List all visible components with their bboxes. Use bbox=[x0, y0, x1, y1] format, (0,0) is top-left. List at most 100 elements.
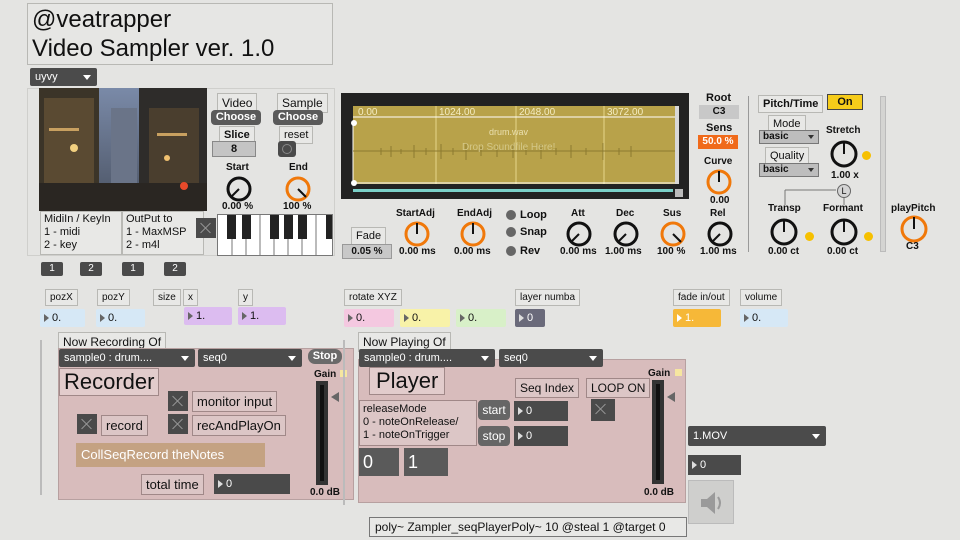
stretch-knob[interactable] bbox=[829, 139, 859, 169]
volume-number[interactable]: 0. bbox=[740, 309, 788, 327]
pozx-value: 0. bbox=[52, 312, 62, 324]
msg-one[interactable]: 1 bbox=[404, 448, 448, 476]
att-value: 0.00 ms bbox=[560, 246, 597, 257]
choose-video-button[interactable]: Choose bbox=[211, 110, 261, 125]
waveform-display[interactable]: 0.00 1024.00 2048.00 3072.00 drum.wav Dr… bbox=[341, 93, 689, 199]
start-number[interactable]: 0 bbox=[514, 401, 568, 421]
midi-line-1: 1 - midi bbox=[44, 226, 81, 238]
recorder-gain-slider[interactable] bbox=[316, 381, 328, 485]
root-value[interactable]: C3 bbox=[699, 105, 739, 119]
mode-menu[interactable]: basic bbox=[759, 130, 819, 144]
start-number-value: 0 bbox=[526, 405, 533, 417]
rot-y-value: 0. bbox=[412, 312, 422, 324]
quality-menu[interactable]: basic bbox=[759, 163, 819, 177]
player-gain-slider[interactable] bbox=[652, 380, 664, 484]
quality-arrow-icon bbox=[808, 168, 814, 172]
midi-line-0: MidiIn / KeyIn bbox=[44, 213, 111, 225]
curve-value: 0.00 bbox=[710, 195, 730, 206]
msg-zero[interactable]: 0 bbox=[359, 448, 399, 476]
speaker-button[interactable] bbox=[688, 480, 734, 524]
endadj-knob[interactable] bbox=[459, 220, 487, 248]
choose-sample-button[interactable]: Choose bbox=[273, 110, 323, 125]
rev-radio[interactable] bbox=[506, 246, 516, 256]
size-y-label: y bbox=[238, 289, 253, 306]
link-button[interactable]: L bbox=[837, 184, 851, 198]
sus-value: 100 % bbox=[657, 246, 686, 257]
player-seq-menu[interactable]: seq0 bbox=[499, 349, 603, 367]
loop-on-toggle[interactable] bbox=[591, 399, 615, 421]
title-box: @veatrapper Video Sampler ver. 1.0 bbox=[27, 3, 333, 65]
video-frame-image bbox=[39, 88, 207, 211]
size-y-number[interactable]: 1. bbox=[238, 307, 286, 325]
size-y-value: 1. bbox=[250, 310, 260, 322]
player-bracket bbox=[343, 340, 349, 505]
recorder-seq-menu[interactable]: seq0 bbox=[198, 349, 302, 367]
monitor-toggle[interactable] bbox=[168, 391, 188, 411]
pozx-number[interactable]: 0. bbox=[40, 309, 85, 327]
formant-value: 0.00 ct bbox=[827, 246, 859, 257]
reset-button[interactable] bbox=[278, 141, 296, 157]
pitch-on-button[interactable]: On bbox=[827, 94, 863, 110]
start-button[interactable]: start bbox=[478, 400, 510, 420]
sens-label: Sens bbox=[706, 122, 733, 134]
start-value: 0.00 % bbox=[222, 201, 254, 212]
dec-knob[interactable] bbox=[612, 220, 640, 248]
start-knob[interactable] bbox=[225, 175, 253, 203]
total-time-number[interactable]: 0 bbox=[214, 474, 290, 494]
collseq-message[interactable]: CollSeqRecord theNotes bbox=[76, 443, 265, 467]
ruler-3: 3072.00 bbox=[607, 107, 644, 118]
pozy-number[interactable]: 0. bbox=[96, 309, 145, 327]
rot-x-number[interactable]: 0. bbox=[344, 309, 394, 327]
loop-radio[interactable] bbox=[506, 210, 516, 220]
stop-number[interactable]: 0 bbox=[514, 426, 568, 446]
record-label: record bbox=[101, 415, 148, 436]
att-knob[interactable] bbox=[565, 220, 593, 248]
transp-knob[interactable] bbox=[769, 217, 799, 247]
midi-button-1[interactable]: 1 bbox=[41, 262, 63, 276]
movie-number[interactable]: 0 bbox=[688, 455, 741, 475]
recplay-toggle[interactable] bbox=[168, 414, 188, 434]
fade-label: Fade bbox=[351, 227, 387, 245]
formant-knob[interactable] bbox=[829, 217, 859, 247]
sus-label: Sus bbox=[663, 208, 682, 219]
snap-radio[interactable] bbox=[506, 227, 516, 237]
sus-knob[interactable] bbox=[659, 220, 687, 248]
midi-button-2[interactable]: 2 bbox=[80, 262, 102, 276]
keyboard-toggle[interactable] bbox=[196, 218, 216, 238]
startadj-label: StartAdj bbox=[396, 208, 435, 219]
end-knob[interactable] bbox=[284, 175, 312, 203]
player-sample-menu[interactable]: sample0 : drum.... bbox=[359, 349, 495, 367]
output-button-1[interactable]: 1 bbox=[122, 262, 144, 276]
recorder-title: Recorder bbox=[59, 368, 160, 396]
movie-menu[interactable]: 1.MOV bbox=[688, 426, 826, 446]
output-button-2[interactable]: 2 bbox=[164, 262, 186, 276]
poly-object[interactable]: poly~ Zampler_seqPlayerPoly~ 10 @steal 1… bbox=[369, 517, 687, 537]
fade-value[interactable]: 0.05 % bbox=[342, 244, 392, 259]
output-options: OutPut to 1 - MaxMSP 2 - m4l bbox=[122, 211, 204, 255]
sens-value[interactable]: 50.0 % bbox=[698, 135, 738, 149]
ruler-0: 0.00 bbox=[358, 107, 378, 118]
pozy-value: 0. bbox=[108, 312, 118, 324]
quality-value: basic bbox=[763, 164, 789, 175]
recorder-sample-menu[interactable]: sample0 : drum.... bbox=[59, 349, 195, 367]
fadeinout-number[interactable]: 1. bbox=[673, 309, 721, 327]
video-format-menu[interactable]: uyvy bbox=[30, 68, 97, 86]
playpitch-knob[interactable] bbox=[899, 214, 929, 244]
slice-number[interactable]: 8 bbox=[212, 141, 256, 157]
stop-button[interactable]: stop bbox=[478, 426, 510, 446]
rot-z-number[interactable]: 0. bbox=[456, 309, 506, 327]
player-gain-indicator bbox=[675, 369, 682, 376]
rel-knob[interactable] bbox=[706, 220, 734, 248]
record-toggle[interactable] bbox=[77, 414, 97, 434]
layer-number[interactable]: 0 bbox=[515, 309, 545, 327]
recorder-sample-value: sample0 : drum.... bbox=[64, 352, 153, 364]
curve-knob[interactable] bbox=[705, 168, 733, 196]
player-gain-label: Gain bbox=[648, 368, 671, 379]
rot-y-number[interactable]: 0. bbox=[400, 309, 450, 327]
size-x-label: x bbox=[183, 289, 198, 306]
recorder-stop-button[interactable]: Stop bbox=[308, 349, 342, 364]
startadj-knob[interactable] bbox=[403, 220, 431, 248]
total-time-value: 0 bbox=[226, 478, 233, 490]
size-x-number[interactable]: 1. bbox=[184, 307, 232, 325]
piano-keyboard[interactable] bbox=[217, 214, 333, 256]
